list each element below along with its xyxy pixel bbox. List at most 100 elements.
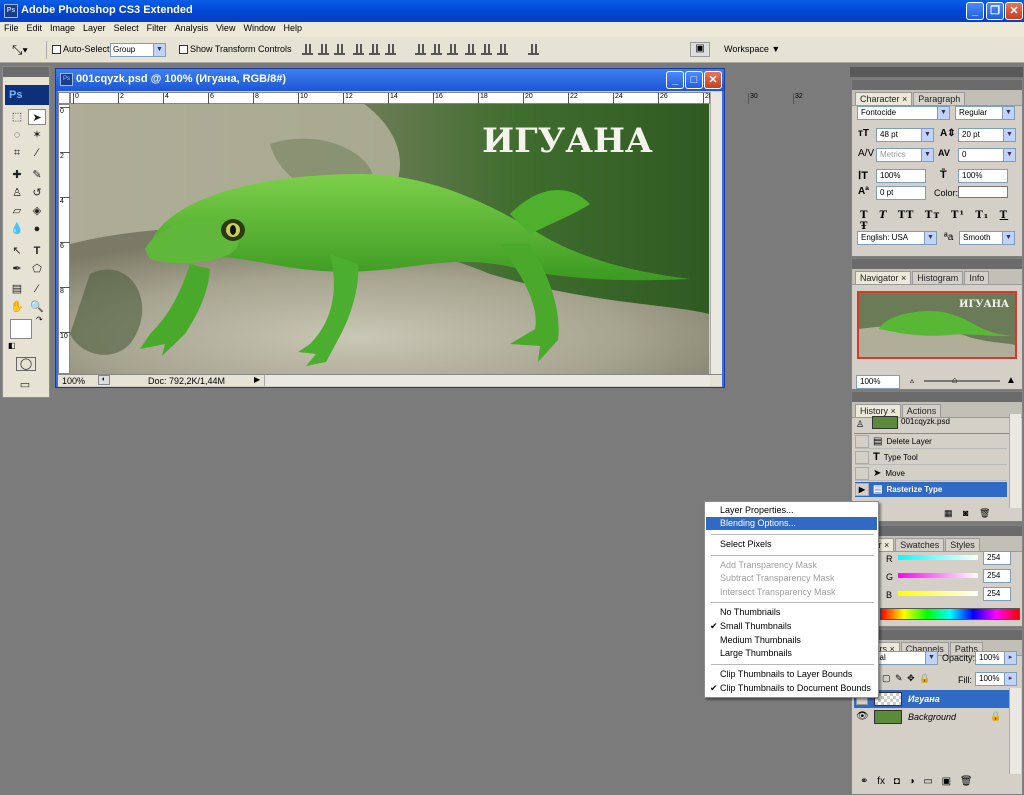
canvas-image[interactable]: ИГУАНА [70,104,709,374]
history-item[interactable]: ▤ Delete Layer [855,434,1007,449]
tab-swatches[interactable]: Swatches [895,538,945,551]
history-brush-icon[interactable]: ↺ [28,185,46,201]
horizontal-scrollbar[interactable] [264,375,710,386]
tab-paragraph[interactable]: Paragraph [913,92,966,105]
new-layer-icon[interactable]: ▣ [942,776,951,787]
kerning-field[interactable]: Metrics ▼ [876,148,934,162]
pen-tool-icon[interactable]: ✒ [8,261,26,277]
menu-layer[interactable]: Layer [79,22,110,33]
clone-stamp-icon[interactable]: ♙ [8,185,26,201]
blur-tool-icon[interactable]: 💧 [8,221,26,237]
eraser-tool-icon[interactable]: ▱ [8,203,26,219]
status-menu-arrow-icon[interactable]: ▶ [254,375,260,384]
menu-item-clip-thumbnails-layer-bounds[interactable]: Clip Thumbnails to Layer Bounds [706,668,877,681]
path-selection-icon[interactable]: ↖ [8,243,26,259]
menu-view[interactable]: View [212,22,239,33]
brush-tool-icon[interactable]: ✎ [28,167,46,183]
new-group-icon[interactable]: ▭ [923,776,932,787]
eyedropper-tool-icon[interactable]: ⁄ [28,281,46,297]
lock-all-icon[interactable]: 🔒 [919,673,930,683]
menu-file[interactable]: File [0,22,23,33]
layers-scrollbar[interactable] [1009,688,1021,774]
distribute-left-icon[interactable] [465,44,476,55]
menu-item-large-thumbnails[interactable]: Large Thumbnails [706,647,877,660]
tab-character[interactable]: Character × [855,92,913,105]
screen-mode-icon[interactable]: ▭ [16,377,34,393]
font-family-dropdown[interactable]: Fontocide ▼ [857,106,950,120]
history-source-box[interactable] [855,435,869,449]
all-caps-button[interactable]: TT [898,210,915,221]
menu-item-add-transparency-mask[interactable]: Add Transparency Mask [706,559,877,572]
align-hcenter-icon[interactable] [369,44,380,55]
menu-item-select-pixels[interactable]: Select Pixels [706,538,877,551]
document-titlebar[interactable]: Ps 001cqyzk.psd @ 100% (Игуана, RGB/8#) … [56,69,724,91]
menu-analysis[interactable]: Analysis [171,22,213,33]
menu-item-small-thumbnails[interactable]: ✔ Small Thumbnails [706,620,877,633]
lasso-tool-icon[interactable]: ◌ [8,127,26,143]
panel-header[interactable] [852,392,1022,402]
layer-mask-icon[interactable]: ◘ [894,776,900,787]
align-bottom-icon[interactable] [334,44,345,55]
history-scrollbar[interactable] [1009,414,1021,508]
subscript-button[interactable]: T₁ [975,210,989,221]
photoshop-logo[interactable]: Ps [5,85,49,105]
history-item-selected[interactable]: ▶ ▤ Rasterize Type [855,482,1007,497]
panel-header[interactable] [852,80,1022,90]
baseline-shift-field[interactable]: 0 pt [876,186,926,200]
doc-minimize-button[interactable]: _ [666,71,684,89]
faux-bold-button[interactable]: T [860,210,868,221]
superscript-button[interactable]: T¹ [951,210,965,221]
navigator-zoom-field[interactable]: 100% [856,375,900,389]
red-slider[interactable] [898,555,978,560]
align-right-icon[interactable] [385,44,396,55]
default-colors-icon[interactable]: ◧ [8,341,16,350]
language-dropdown[interactable]: English: USA ▼ [857,231,937,245]
trash-icon[interactable]: 🗑 [979,508,990,518]
new-snapshot-icon[interactable]: ◙ [963,508,968,518]
align-left-icon[interactable] [353,44,364,55]
move-tool-icon[interactable]: ➤ [28,109,46,125]
text-color-swatch[interactable] [958,186,1008,198]
hand-tool-icon[interactable]: ✋ [8,299,26,315]
doc-maximize-button[interactable]: □ [685,71,703,89]
tracking-field[interactable]: 0 ▼ [958,148,1016,162]
vertical-scale-field[interactable]: 100% [876,169,926,183]
tab-actions[interactable]: Actions [901,404,942,417]
tab-info[interactable]: Info [964,271,990,284]
trash-icon[interactable]: 🗑 [960,776,973,787]
color-spectrum-bar[interactable] [880,608,1020,620]
close-button[interactable]: ✕ [1005,2,1023,20]
maximize-button[interactable]: ❐ [986,2,1004,20]
green-slider[interactable] [898,573,978,578]
underline-button[interactable]: T [1000,210,1008,221]
red-value-field[interactable]: 254 [983,551,1011,565]
menu-edit[interactable]: Edit [23,22,47,33]
panel-dock-header[interactable] [850,67,1023,77]
bridge-icon[interactable]: ▣ [690,42,710,57]
magic-wand-tool-icon[interactable]: ✶ [28,127,46,143]
photoshop-app-icon[interactable]: Ps [4,4,18,18]
distribute-top-icon[interactable] [415,44,426,55]
dodge-tool-icon[interactable]: ● [28,221,46,237]
horizontal-scale-field[interactable]: 100% [958,169,1008,183]
distribute-right-icon[interactable] [497,44,508,55]
navigator-thumbnail[interactable]: ИГУАНА [857,291,1017,359]
menu-item-intersect-transparency-mask[interactable]: Intersect Transparency Mask [706,586,877,599]
small-caps-button[interactable]: Tт [925,210,941,221]
history-source-box[interactable] [855,467,869,481]
font-style-dropdown[interactable]: Regular ▼ [955,106,1015,120]
status-options-icon[interactable]: ◐ [98,375,110,385]
tab-histogram[interactable]: Histogram [912,271,964,284]
auto-align-layers-icon[interactable] [528,44,539,55]
distribute-vcenter-icon[interactable] [431,44,442,55]
vertical-scrollbar[interactable] [710,92,722,374]
move-tool-preset-icon[interactable]: ⤡▾ [12,42,28,58]
paint-bucket-icon[interactable]: ◈ [28,203,46,219]
layer-row[interactable]: 👁 Background 🔒 [854,708,1009,726]
navigator-zoom-slider[interactable] [924,380,1000,382]
distribute-bottom-icon[interactable] [447,44,458,55]
align-top-icon[interactable] [302,44,313,55]
history-state-arrow-icon[interactable]: ▶ [855,483,869,497]
type-tool-icon[interactable]: T [28,243,46,259]
doc-close-button[interactable]: ✕ [704,71,722,89]
